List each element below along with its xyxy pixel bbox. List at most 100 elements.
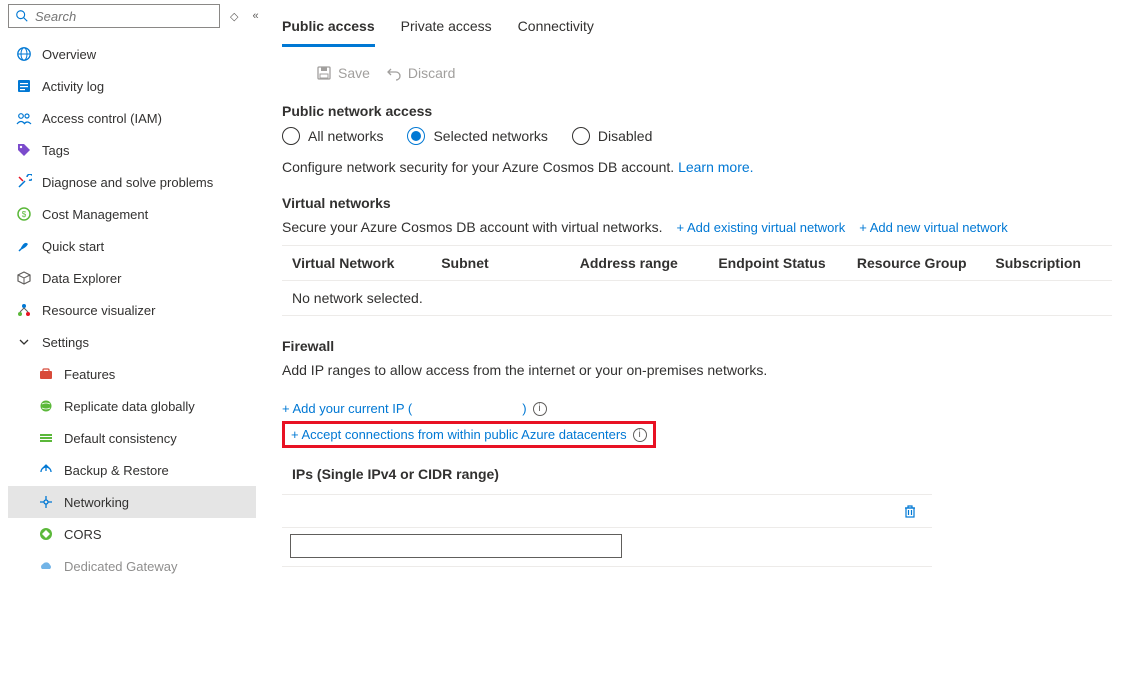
rocket-icon [16,238,32,254]
ip-input-row [282,528,932,567]
vnet-desc: Secure your Azure Cosmos DB account with… [282,219,663,235]
highlighted-accept-link: + Accept connections from within public … [282,421,656,448]
sidebar-item-diagnose[interactable]: Diagnose and solve problems [8,166,256,198]
add-existing-vnet-link[interactable]: + Add existing virtual network [677,220,846,235]
empty-text: No network selected. [292,290,1102,306]
radio-disabled[interactable]: Disabled [572,127,652,145]
cors-icon [38,526,54,542]
log-icon [16,78,32,94]
sidebar-item-tags[interactable]: Tags [8,134,256,166]
public-network-radio-group: All networks Selected networks Disabled [282,127,1126,145]
sidebar-item-access-control[interactable]: Access control (IAM) [8,102,256,134]
globe-icon [16,46,32,62]
table-header-row: Virtual Network Subnet Address range End… [282,245,1112,281]
sidebar-item-replicate[interactable]: Replicate data globally [8,390,256,422]
tag-icon [16,142,32,158]
desc-text: Configure network security for your Azur… [282,159,678,175]
public-network-desc: Configure network security for your Azur… [282,159,1126,175]
info-icon[interactable]: i [633,428,647,442]
add-current-ip-link[interactable]: + Add your current IP () [282,401,527,416]
sidebar-item-label: Access control (IAM) [42,111,162,126]
sidebar-item-label: Replicate data globally [64,399,195,414]
search-input[interactable] [35,9,213,24]
settings-label: Settings [42,335,89,350]
public-network-heading: Public network access [282,103,1126,119]
vnet-table: Virtual Network Subnet Address range End… [282,245,1112,316]
network-icon [38,494,54,510]
sidebar-item-cors[interactable]: CORS [8,518,256,550]
sidebar-item-quick-start[interactable]: Quick start [8,230,256,262]
sidebar-item-backup[interactable]: Backup & Restore [8,454,256,486]
save-label: Save [338,65,370,81]
main-content: Public access Private access Connectivit… [256,0,1126,694]
tab-private-access[interactable]: Private access [401,8,492,47]
briefcase-icon [38,366,54,382]
sidebar-item-label: Tags [42,143,69,158]
globe-replicate-icon [38,398,54,414]
table-empty-row: No network selected. [282,281,1112,316]
chevron-down-icon [16,334,32,350]
sidebar-item-label: Diagnose and solve problems [42,175,213,190]
col-virtual-network: Virtual Network [292,255,441,271]
accept-datacenters-link[interactable]: + Accept connections from within public … [291,427,627,442]
tab-connectivity[interactable]: Connectivity [518,8,594,47]
sidebar-item-label: Activity log [42,79,104,94]
backup-icon [38,462,54,478]
people-icon [16,110,32,126]
sidebar: ◇ « Overview Activity log Access control… [0,0,256,694]
firewall-heading: Firewall [282,338,1126,354]
sidebar-item-label: Data Explorer [42,271,121,286]
save-button[interactable]: Save [316,65,370,81]
col-address-range: Address range [580,255,719,271]
cost-icon: $ [16,206,32,222]
sidebar-item-label: Backup & Restore [64,463,169,478]
sidebar-item-overview[interactable]: Overview [8,38,256,70]
col-endpoint-status: Endpoint Status [718,255,857,271]
undo-icon [386,65,402,81]
sidebar-item-label: Cost Management [42,207,148,222]
add-new-vnet-link[interactable]: + Add new virtual network [859,220,1008,235]
radio-all-networks[interactable]: All networks [282,127,383,145]
svg-text:$: $ [22,210,27,219]
ip-table-row [282,494,932,528]
expand-icon[interactable]: ◇ [226,10,242,23]
sidebar-item-networking[interactable]: Networking [8,486,256,518]
radio-label: Selected networks [433,128,547,144]
ip-range-input[interactable] [290,534,622,558]
sidebar-item-features[interactable]: Features [8,358,256,390]
cloud-icon [38,558,54,574]
sidebar-item-activity-log[interactable]: Activity log [8,70,256,102]
search-icon [15,9,29,23]
sidebar-item-label: Networking [64,495,129,510]
discard-button[interactable]: Discard [386,65,455,81]
sidebar-item-label: Features [64,367,115,382]
sidebar-item-label: Resource visualizer [42,303,155,318]
trash-icon[interactable] [902,503,918,519]
col-subscription: Subscription [995,255,1102,271]
firewall-desc: Add IP ranges to allow access from the i… [282,362,1126,378]
radio-selected-networks[interactable]: Selected networks [407,127,547,145]
learn-more-link[interactable]: Learn more. [678,159,753,175]
sidebar-item-dedicated-gateway[interactable]: Dedicated Gateway [8,550,256,582]
sidebar-item-resource-visualizer[interactable]: Resource visualizer [8,294,256,326]
sidebar-item-consistency[interactable]: Default consistency [8,422,256,454]
info-icon[interactable]: i [533,402,547,416]
radio-label: All networks [308,128,383,144]
sidebar-item-label: CORS [64,527,102,542]
col-resource-group: Resource Group [857,255,996,271]
sidebar-settings-toggle[interactable]: Settings [8,326,256,358]
sidebar-item-data-explorer[interactable]: Data Explorer [8,262,256,294]
radio-icon [282,127,300,145]
toolbar: Save Discard [282,59,1126,103]
tab-public-access[interactable]: Public access [282,8,375,47]
radio-icon [572,127,590,145]
bars-icon [38,430,54,446]
tabs: Public access Private access Connectivit… [282,8,1126,47]
vnet-heading: Virtual networks [282,195,1126,211]
wrench-icon [16,174,32,190]
sidebar-item-cost-management[interactable]: $ Cost Management [8,198,256,230]
ips-column-heading: IPs (Single IPv4 or CIDR range) [282,448,1126,482]
save-icon [316,65,332,81]
sidebar-search[interactable] [8,4,220,28]
col-subnet: Subnet [441,255,580,271]
